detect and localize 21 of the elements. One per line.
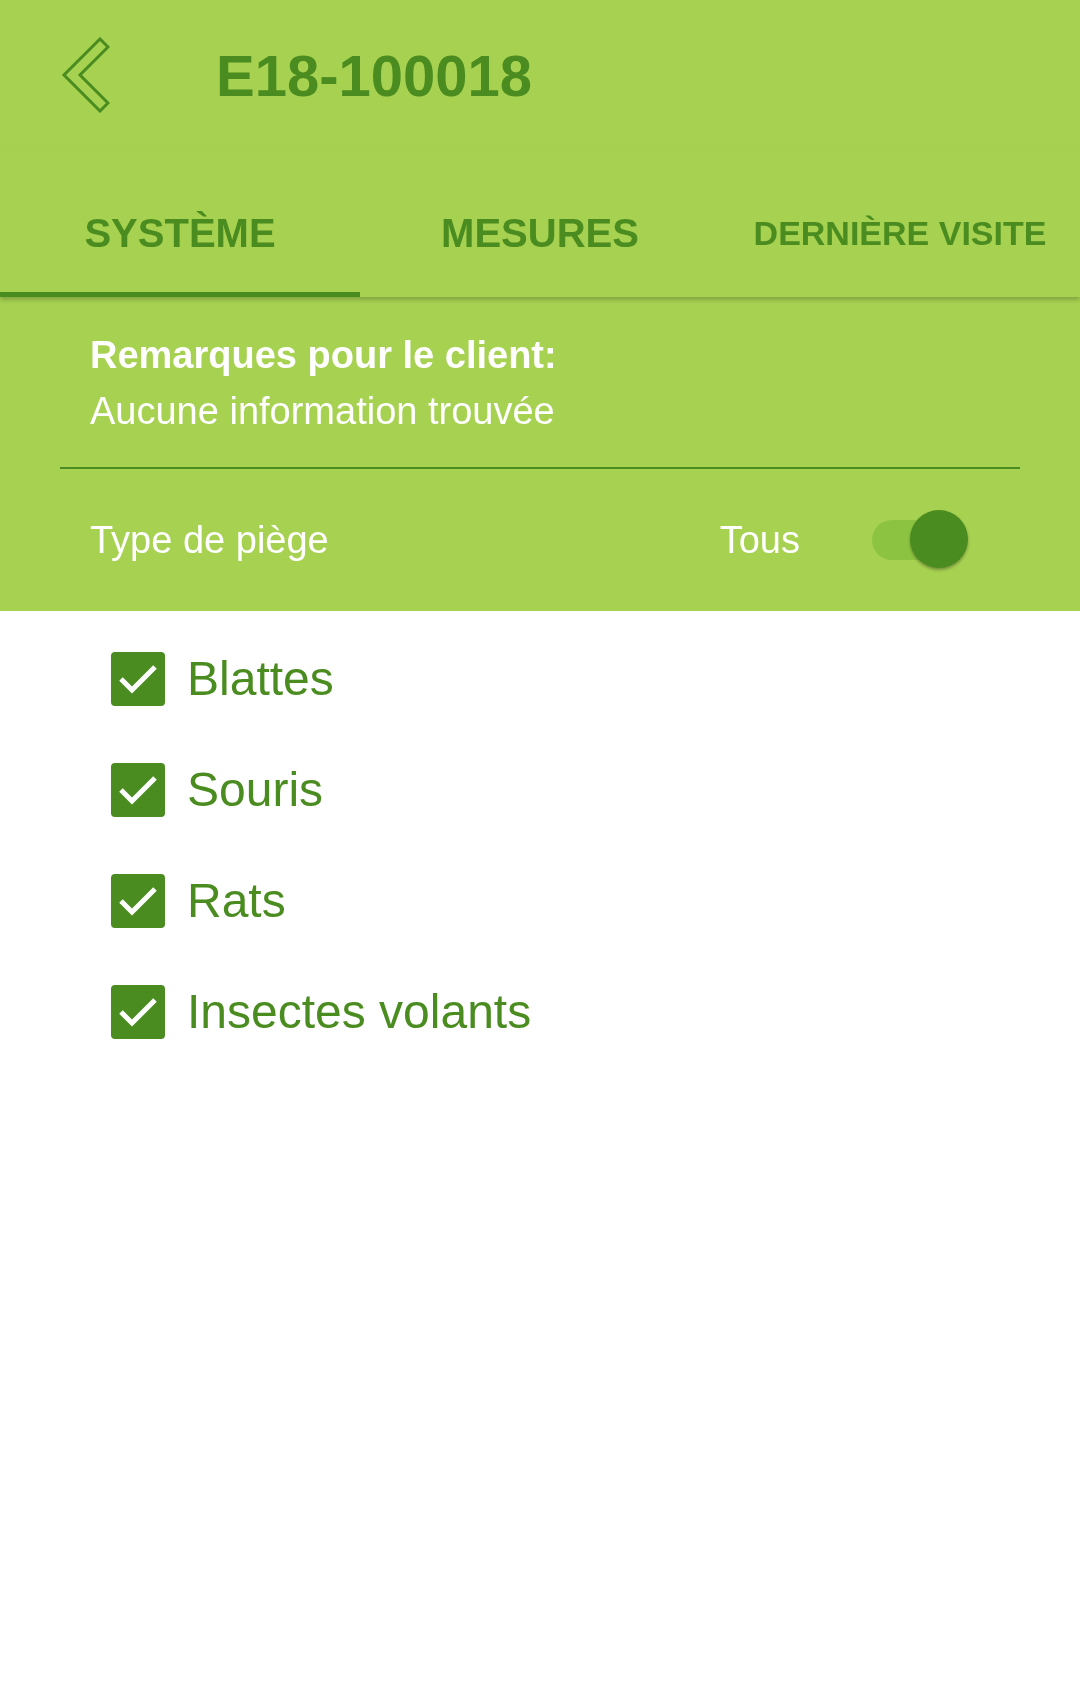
checkbox-label: Blattes (187, 650, 334, 707)
checkmark-icon (118, 885, 158, 916)
checkbox-label: Souris (187, 761, 324, 818)
checkbox[interactable] (111, 762, 165, 817)
remarks-value: Aucune information trouvée (90, 389, 556, 434)
tab[interactable]: DERNIÈRE VISITE (720, 150, 1080, 297)
tab[interactable]: MESURES (360, 150, 720, 297)
checkbox-label: Insectes volants (187, 983, 532, 1040)
checkmark-icon (118, 663, 158, 694)
checkbox[interactable] (111, 651, 165, 706)
checkmark-icon (118, 996, 158, 1027)
checkbox[interactable] (111, 984, 165, 1039)
checkbox[interactable] (111, 873, 165, 928)
checkbox-label: Rats (187, 872, 286, 929)
remarks-label: Remarques pour le client: (90, 333, 558, 378)
page-title: E18-100018 (216, 41, 533, 110)
trap-type-label: Type de piège (90, 517, 330, 563)
checkmark-icon (118, 774, 158, 805)
toggle-label: Tous (719, 517, 800, 563)
back-icon[interactable] (60, 37, 110, 113)
tab[interactable]: SYSTÈME (0, 150, 360, 297)
